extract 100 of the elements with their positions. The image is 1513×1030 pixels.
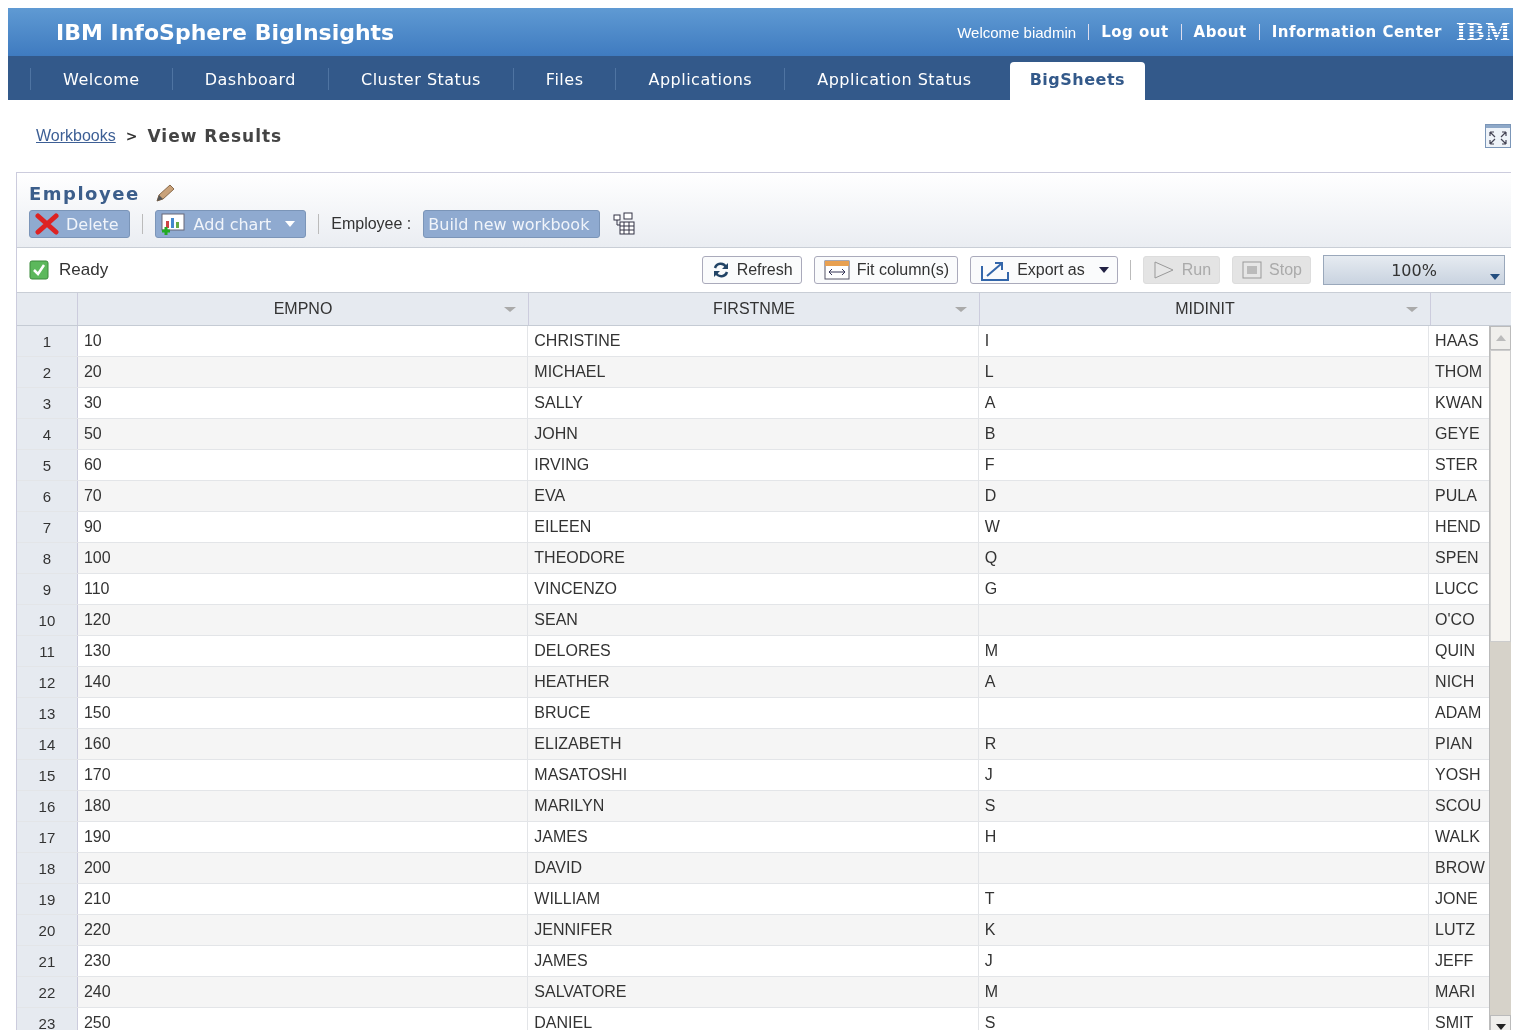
table-cell: J xyxy=(978,760,1430,790)
row-number: 20 xyxy=(17,915,78,945)
vertical-scrollbar[interactable] xyxy=(1489,326,1511,1030)
row-number: 2 xyxy=(17,357,78,387)
row-number: 3 xyxy=(17,388,78,418)
table-cell: VINCENZO xyxy=(528,574,979,604)
row-number: 6 xyxy=(17,481,78,511)
table-cell: JENNIFER xyxy=(528,915,979,945)
table-cell: 150 xyxy=(77,698,529,728)
table-cell: IRVING xyxy=(528,450,979,480)
table-cell: K xyxy=(978,915,1430,945)
table-cell-text: THOM xyxy=(1434,362,1484,382)
table-cell: L xyxy=(978,357,1430,387)
table-cell: 110 xyxy=(77,574,529,604)
table-cell: MICHAEL xyxy=(528,357,979,387)
table-cell: F xyxy=(978,450,1430,480)
table-cell: 170 xyxy=(77,760,529,790)
breadcrumb-link[interactable]: Workbooks xyxy=(36,127,116,145)
table-cell: JOHN xyxy=(528,419,979,449)
table-cell: DELORES xyxy=(528,636,979,666)
table-cell: 100 xyxy=(77,543,529,573)
stop-icon xyxy=(1241,260,1264,280)
table-cell: S xyxy=(978,1008,1430,1030)
table-cell: T xyxy=(978,884,1430,914)
table-cell: HEATHER xyxy=(528,667,979,697)
export-button[interactable]: Export as xyxy=(970,256,1118,284)
nav-tab[interactable]: Applications xyxy=(616,62,785,100)
zoom-dropdown[interactable]: 100% xyxy=(1323,255,1505,285)
row-number: 1 xyxy=(17,326,78,356)
column-header[interactable]: MIDINIT xyxy=(980,293,1431,325)
table-cell-text: MARI xyxy=(1434,982,1477,1002)
table-cell: 60 xyxy=(77,450,529,480)
table-cell-text: LUTZ xyxy=(1434,920,1477,940)
nav-tab[interactable]: BigSheets xyxy=(1009,62,1146,100)
welcome-text: Welcome biadmin xyxy=(957,23,1077,41)
pencil-icon[interactable] xyxy=(153,183,176,203)
table-cell: SALVATORE xyxy=(528,977,979,1007)
chart-icon xyxy=(159,212,188,236)
table-cell: 10 xyxy=(77,326,529,356)
ready-check-icon xyxy=(29,260,49,280)
app-title: IBM InfoSphere BigInsights xyxy=(56,19,395,45)
table-cell: 50 xyxy=(77,419,529,449)
table-cell-text: PIAN xyxy=(1434,734,1474,754)
table-cell: S xyxy=(978,791,1430,821)
nav-tab[interactable]: Files xyxy=(513,62,616,100)
breadcrumb-separator: > xyxy=(125,128,138,144)
nav-tab[interactable]: Application Status xyxy=(785,62,1004,100)
table-cell-text: YOSH xyxy=(1434,765,1482,785)
table-cell: 190 xyxy=(77,822,529,852)
source-label: Employee : xyxy=(331,215,412,233)
table-cell: CHRISTINE xyxy=(528,326,979,356)
table-cell: MASATOSHI xyxy=(528,760,979,790)
table-cell-text: STER xyxy=(1434,455,1479,475)
table-cell: J xyxy=(978,946,1430,976)
table-cell-text: HAAS xyxy=(1434,331,1480,351)
table-cell: R xyxy=(978,729,1430,759)
header-link[interactable]: Information Center xyxy=(1271,23,1442,41)
row-number: 9 xyxy=(17,574,78,604)
table-cell-text: KWAN xyxy=(1434,393,1484,413)
table-cell: ELIZABETH xyxy=(528,729,979,759)
table-cell-text: WALK xyxy=(1434,827,1481,847)
maximize-icon[interactable] xyxy=(1485,124,1511,148)
status-text: Ready xyxy=(59,260,109,280)
table-cell: 20 xyxy=(77,357,529,387)
row-number: 13 xyxy=(17,698,78,728)
table-cell: 210 xyxy=(77,884,529,914)
table-cell-text: JONE xyxy=(1434,889,1479,909)
table-cell: 180 xyxy=(77,791,529,821)
table-cell: SALLY xyxy=(528,388,979,418)
table-cell: 220 xyxy=(77,915,529,945)
row-number: 8 xyxy=(17,543,78,573)
breadcrumb-current: View Results xyxy=(147,126,283,146)
row-number: 22 xyxy=(17,977,78,1007)
table-cell: DAVID xyxy=(528,853,979,883)
row-number: 17 xyxy=(17,822,78,852)
header-link[interactable]: About xyxy=(1193,23,1247,41)
table-cell: DANIEL xyxy=(528,1008,979,1030)
fit-button[interactable]: Fit column(s) xyxy=(813,256,959,284)
table-cell: EILEEN xyxy=(528,512,979,542)
table-cell: 120 xyxy=(77,605,529,635)
refresh-button[interactable]: Refresh xyxy=(701,256,802,284)
table-cell-text: LUCC xyxy=(1434,579,1480,599)
header-link[interactable]: Log out xyxy=(1101,23,1169,41)
x-icon xyxy=(34,213,60,235)
scroll-thumb[interactable] xyxy=(1490,350,1511,642)
table-cell-text: PULA xyxy=(1434,486,1478,506)
table-icon xyxy=(822,259,851,281)
table-cell: 160 xyxy=(77,729,529,759)
nav-tab[interactable]: Cluster Status xyxy=(329,62,513,100)
table-cell: 250 xyxy=(77,1008,529,1030)
row-number: 10 xyxy=(17,605,78,635)
table-cell: I xyxy=(978,326,1430,356)
table-cell: H xyxy=(978,822,1430,852)
nav-tab[interactable]: Dashboard xyxy=(172,62,328,100)
row-number: 14 xyxy=(17,729,78,759)
nav-tab[interactable]: Welcome xyxy=(31,62,172,100)
column-header[interactable]: EMPNO xyxy=(78,293,529,325)
table-cell: 130 xyxy=(77,636,529,666)
column-header[interactable]: FIRSTNME xyxy=(529,293,980,325)
table-cell: 230 xyxy=(77,946,529,976)
